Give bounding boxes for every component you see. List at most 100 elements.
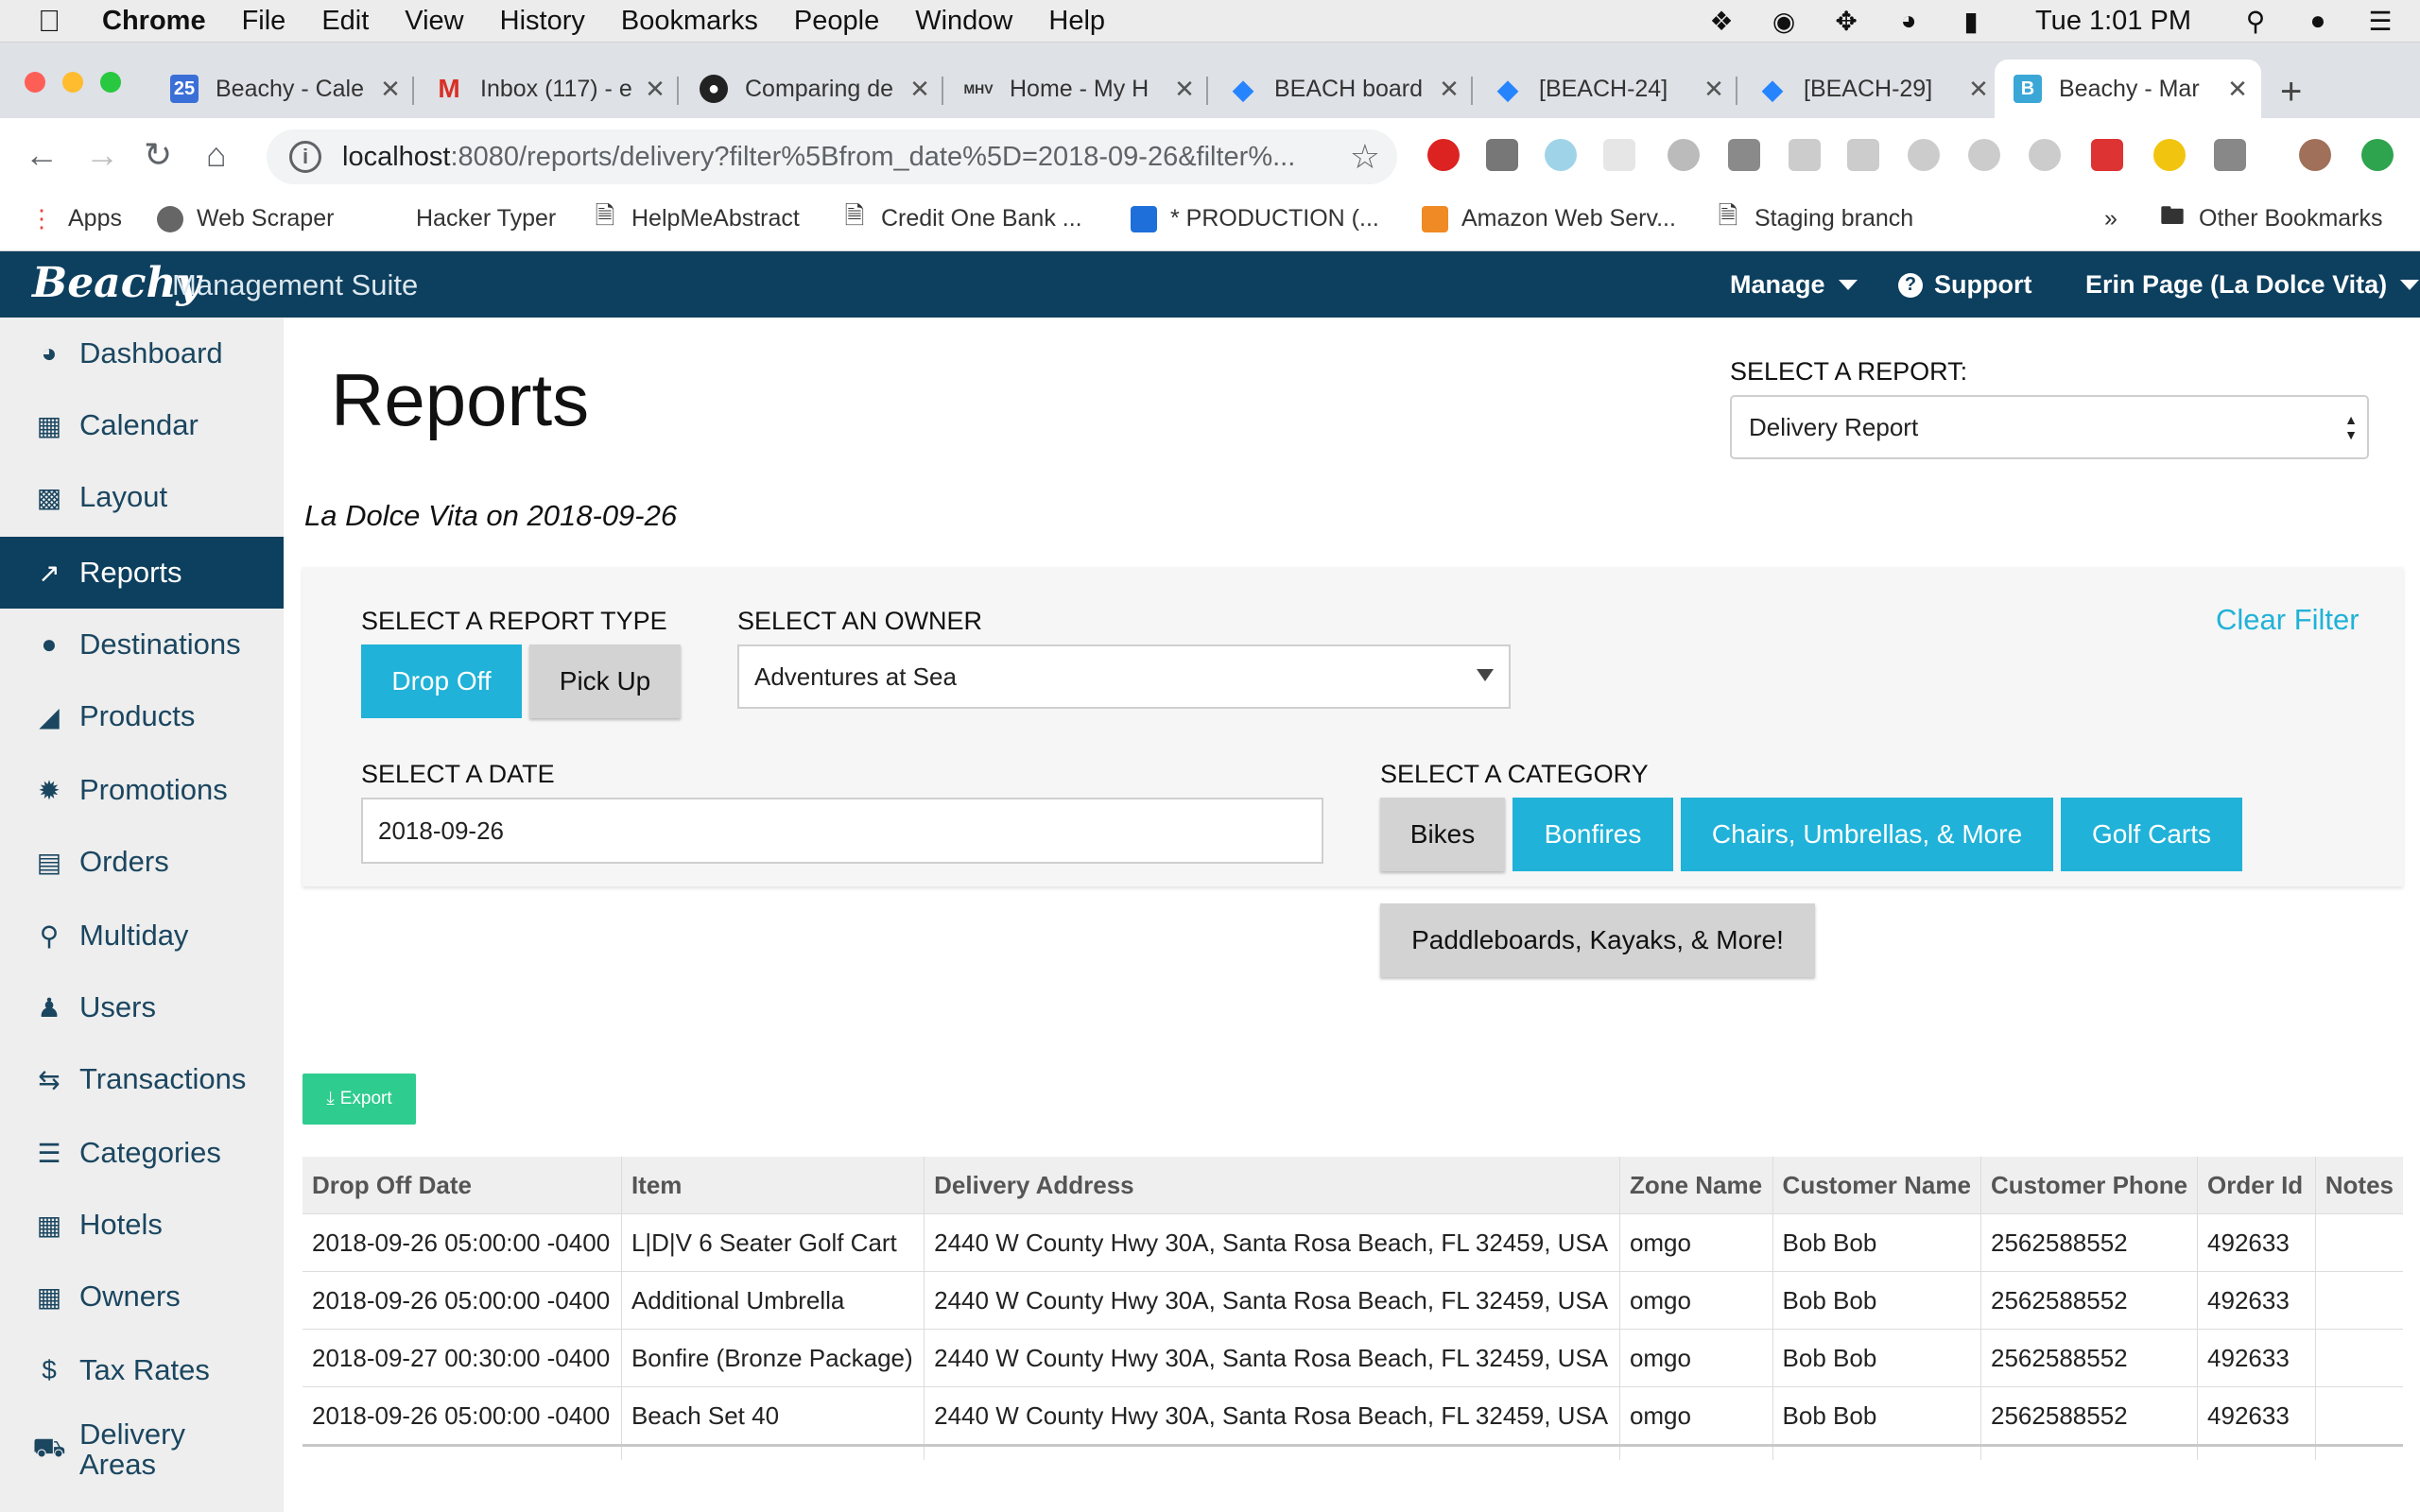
menu-window[interactable]: Window: [915, 6, 1012, 37]
sidebar-item-multiday[interactable]: ⚲ Multiday: [0, 900, 284, 971]
sidebar-item-hotels[interactable]: ▦ Hotels: [0, 1189, 284, 1261]
sidebar-item-calendar[interactable]: ▦ Calendar: [0, 389, 284, 461]
bookmark-star-icon[interactable]: ☆: [1350, 137, 1380, 177]
clear-filter-link[interactable]: Clear Filter: [2216, 603, 2360, 637]
support-link[interactable]: ? Support: [1898, 270, 2031, 300]
close-tab-icon[interactable]: ✕: [1964, 75, 1993, 104]
sidebar-item-dashboard[interactable]: ◕ Dashboard: [0, 318, 284, 389]
sidebar-item-users[interactable]: ♟ Users: [0, 971, 284, 1043]
update-icon[interactable]: [2361, 139, 2394, 171]
react-icon[interactable]: [1968, 139, 2000, 171]
notification-center-icon[interactable]: ☰: [2363, 7, 2397, 36]
bookmark-hacker-typer[interactable]: Hacker Typer: [416, 205, 556, 232]
move-icon[interactable]: ✥: [1829, 7, 1863, 36]
sidebar-item-orders[interactable]: ▤ Orders: [0, 826, 284, 898]
url-text[interactable]: localhost:8080/reports/delivery?filter%5…: [342, 142, 1344, 173]
category-golf-carts-button[interactable]: Golf Carts: [2061, 798, 2242, 871]
dropbox-ext-icon[interactable]: [1789, 139, 1821, 171]
minimize-window-icon[interactable]: [62, 72, 83, 93]
pick-up-button[interactable]: Pick Up: [529, 644, 681, 718]
bookmark-apps[interactable]: ⋮ Apps: [28, 204, 122, 232]
extension-badge-icon[interactable]: [2091, 139, 2123, 171]
zoom-window-icon[interactable]: [100, 72, 121, 93]
night-mode-icon[interactable]: [2153, 139, 2186, 171]
bookmark-aws[interactable]: Amazon Web Serv...: [1422, 205, 1676, 232]
category-bonfires-button[interactable]: Bonfires: [1512, 798, 1673, 871]
menu-view[interactable]: View: [405, 6, 463, 37]
home-icon[interactable]: ⌂: [206, 135, 227, 175]
profile-avatar[interactable]: [2299, 139, 2331, 171]
bookmark-staging[interactable]: 🗎 Staging branch: [1715, 201, 1914, 232]
drop-off-button[interactable]: Drop Off: [361, 644, 522, 718]
sidebar-item-products[interactable]: ◢ Products: [0, 680, 284, 752]
wifi-icon[interactable]: ◕: [1892, 6, 1926, 35]
category-chairs-button[interactable]: Chairs, Umbrellas, & More: [1681, 798, 2053, 871]
date-input[interactable]: 2018-09-26: [361, 798, 1323, 864]
browser-tab[interactable]: M Inbox (117) - e ✕: [416, 60, 679, 118]
sidebar-item-reports[interactable]: ↗ Reports: [0, 537, 284, 609]
close-tab-icon[interactable]: ✕: [1700, 75, 1728, 104]
close-window-icon[interactable]: [25, 72, 45, 93]
spotlight-search-icon[interactable]: ⚲: [2238, 7, 2273, 36]
forward-icon[interactable]: →: [85, 135, 119, 175]
menu-edit[interactable]: Edit: [321, 6, 369, 37]
bookmarks-overflow[interactable]: »: [2104, 205, 2118, 232]
bookmark-web-scraper[interactable]: Web Scraper: [157, 205, 334, 232]
new-tab-icon[interactable]: +: [2280, 71, 2302, 113]
reload-icon[interactable]: ↻: [144, 135, 172, 175]
column-header[interactable]: Zone Name: [1619, 1157, 1773, 1214]
info-icon[interactable]: i: [289, 141, 321, 173]
manage-menu[interactable]: Manage: [1730, 270, 1858, 300]
close-tab-icon[interactable]: ✕: [1435, 75, 1463, 104]
column-header[interactable]: Order Id: [2197, 1157, 2316, 1214]
sidebar-item-transactions[interactable]: ⇆ Transactions: [0, 1043, 284, 1115]
json-icon[interactable]: [1603, 139, 1635, 171]
browser-tab[interactable]: MHV Home - My H ✕: [945, 60, 1208, 118]
camera-icon[interactable]: [2214, 139, 2246, 171]
angular-icon[interactable]: [1486, 139, 1518, 171]
category-bikes-button[interactable]: Bikes: [1380, 798, 1505, 871]
export-button[interactable]: ⤓ Export: [302, 1074, 416, 1125]
close-tab-icon[interactable]: ✕: [906, 75, 934, 104]
close-tab-icon[interactable]: ✕: [376, 75, 405, 104]
record-icon[interactable]: ◉: [1767, 7, 1801, 36]
column-header[interactable]: Customer Phone: [1980, 1157, 2199, 1214]
sidebar-item-categories[interactable]: ☰ Categories: [0, 1117, 284, 1189]
back-icon[interactable]: ←: [25, 135, 59, 175]
column-header[interactable]: Delivery Address: [924, 1157, 1620, 1214]
extension-icon[interactable]: [2029, 139, 2061, 171]
h-extension-icon[interactable]: [1728, 139, 1760, 171]
apple-icon[interactable]: : [38, 4, 66, 39]
ublock-icon[interactable]: [1427, 139, 1460, 171]
browser-tab-active[interactable]: B Beachy - Mar ✕: [1995, 60, 2261, 118]
sidebar-item-owners[interactable]: ▦ Owners: [0, 1261, 284, 1332]
sidebar-item-promotions[interactable]: ✹ Promotions: [0, 754, 284, 826]
bookmark-other[interactable]: 🖿 Other Bookmarks: [2159, 201, 2383, 232]
menu-history[interactable]: History: [500, 6, 585, 37]
bookmark-helpmeabstract[interactable]: 🗎 HelpMeAbstract: [592, 201, 800, 232]
menu-people[interactable]: People: [794, 6, 879, 37]
sidebar-item-destinations[interactable]: ● Destinations: [0, 609, 284, 680]
extension-icon[interactable]: [1668, 139, 1700, 171]
dropbox-icon[interactable]: ❖: [1704, 7, 1738, 36]
browser-tab[interactable]: ◆ [BEACH-29] ✕: [1739, 60, 2002, 118]
address-bar[interactable]: i localhost:8080/reports/delivery?filter…: [267, 129, 1397, 184]
report-select[interactable]: Delivery Report ▲ ▼: [1730, 395, 2369, 459]
browser-tab[interactable]: ◆ [BEACH-24] ✕: [1475, 60, 1737, 118]
bookmark-credit-one[interactable]: 🗎 Credit One Bank ...: [841, 201, 1082, 232]
user-menu[interactable]: Erin Page (La Dolce Vita): [2085, 270, 2420, 300]
menu-clock[interactable]: Tue 1:01 PM: [2035, 6, 2191, 37]
close-tab-icon[interactable]: ✕: [1170, 75, 1199, 104]
siri-icon[interactable]: ●: [2301, 6, 2335, 35]
sidebar-item-delivery-areas[interactable]: ⛟ Delivery Areas: [0, 1404, 284, 1495]
menu-app-name[interactable]: Chrome: [102, 6, 206, 37]
column-header[interactable]: Notes: [2315, 1157, 2403, 1214]
browser-tab[interactable]: 25 Beachy - Cale ✕: [151, 60, 414, 118]
category-paddleboards-button[interactable]: Paddleboards, Kayaks, & More!: [1380, 903, 1815, 977]
extension-icon[interactable]: [1545, 139, 1577, 171]
sidebar-item-tax-rates[interactable]: $ Tax Rates: [0, 1334, 284, 1406]
column-header[interactable]: Drop Off Date: [302, 1157, 622, 1214]
column-header[interactable]: Customer Name: [1772, 1157, 1982, 1214]
browser-tab[interactable]: ● Comparing de ✕: [681, 60, 943, 118]
menu-bookmarks[interactable]: Bookmarks: [621, 6, 758, 37]
